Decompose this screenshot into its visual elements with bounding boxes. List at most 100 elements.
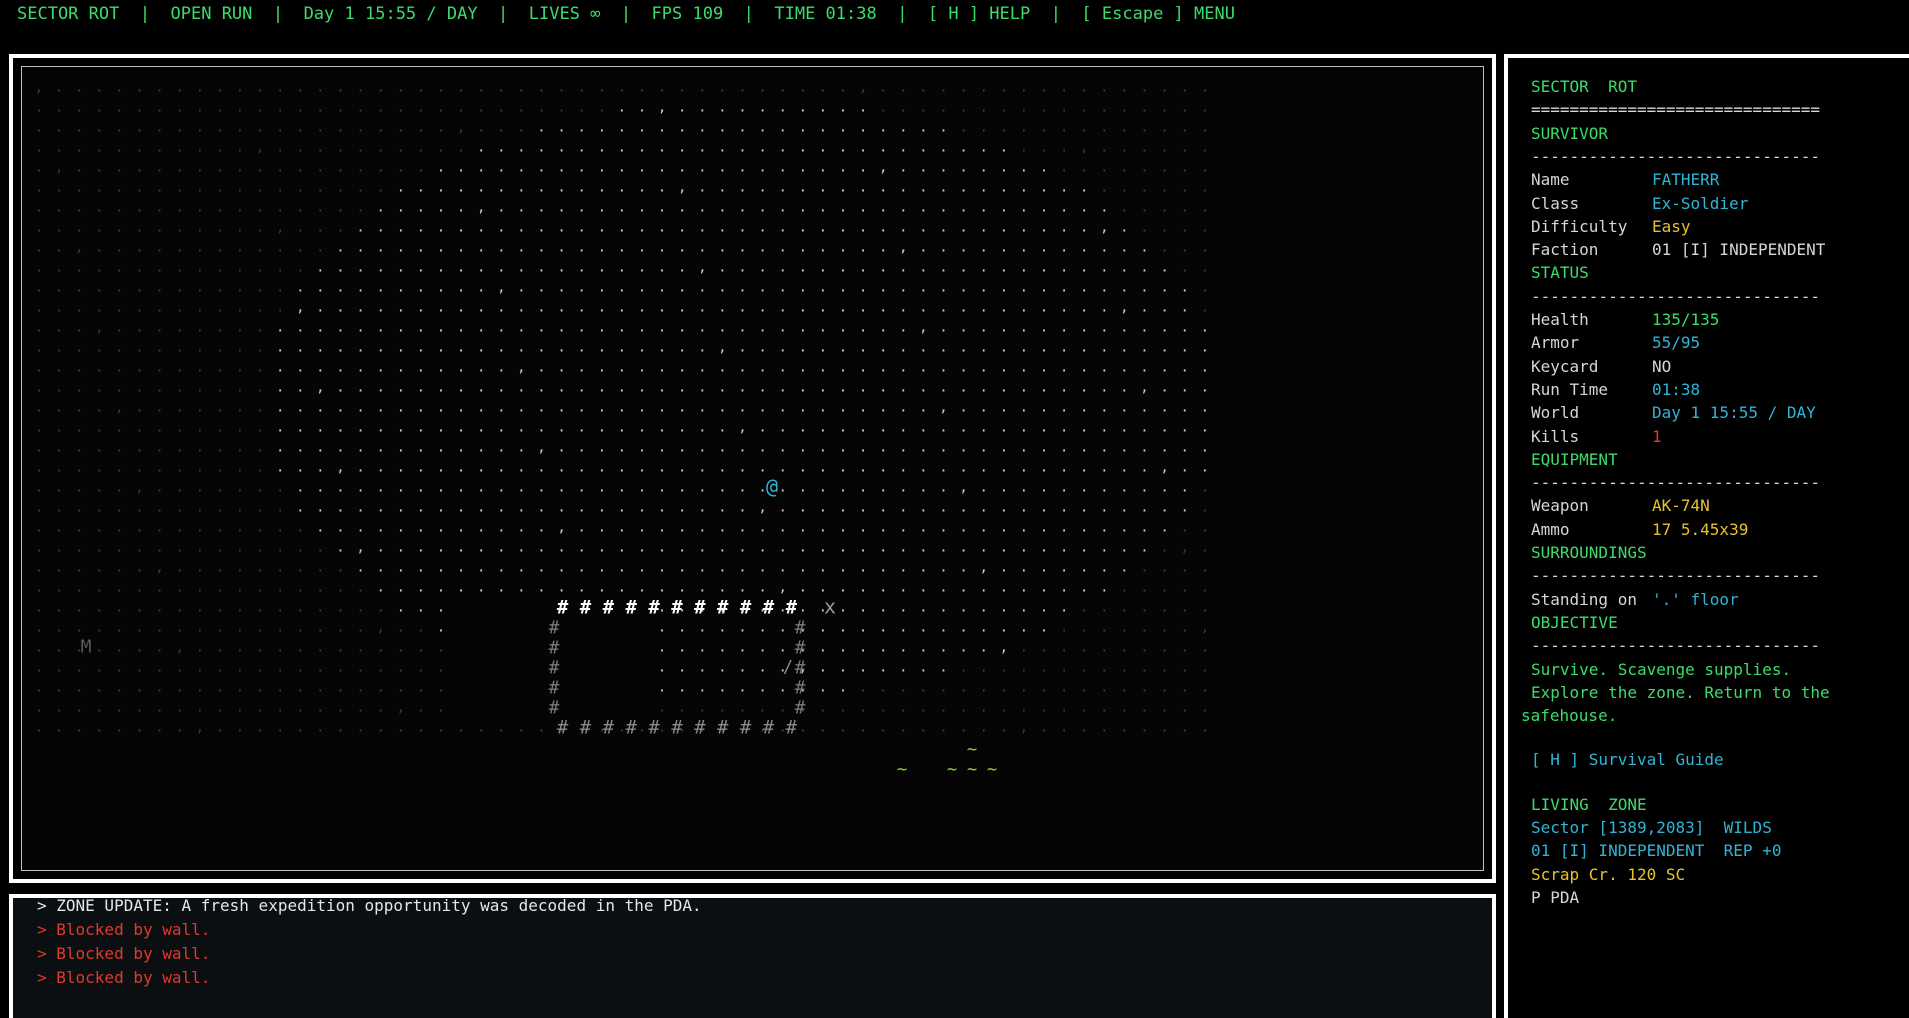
survival-guide-link[interactable]: [ H ] Survival Guide xyxy=(1531,750,1724,770)
floor-tile: . xyxy=(255,499,265,516)
floor-tile: . xyxy=(255,619,265,636)
floor-tile: . xyxy=(738,179,747,196)
standing-on-label: Standing on xyxy=(1531,589,1637,609)
floor-tile: . xyxy=(698,299,707,316)
floor-tile: . xyxy=(316,419,325,436)
floor-tile: . xyxy=(195,299,205,316)
floor-tile: . xyxy=(1200,559,1210,576)
floor-tile: . xyxy=(597,559,607,576)
section-header-surroundings: SURROUNDINGS xyxy=(1531,543,1647,562)
floor-tile: . xyxy=(1019,459,1029,476)
floor-tile: . xyxy=(195,459,205,476)
floor-tile: . xyxy=(416,559,426,576)
floor-tile: . xyxy=(1120,559,1129,576)
floor-tile: . xyxy=(215,279,225,296)
floor-tile: . xyxy=(497,519,506,536)
floor-tile: . xyxy=(838,619,848,636)
floor-tile: . xyxy=(1120,459,1129,476)
floor-tile: . xyxy=(54,139,64,156)
floor-tile: . xyxy=(939,119,948,136)
pda-shortcut[interactable]: P PDA xyxy=(1531,888,1579,908)
floor-tile: . xyxy=(235,119,245,136)
floor-tile: . xyxy=(818,79,828,96)
floor-tile: . xyxy=(1039,159,1049,176)
floor-tile: . xyxy=(637,459,647,476)
floor-tile: . xyxy=(155,639,164,656)
floor-tile: . xyxy=(838,559,848,576)
floor-tile: . xyxy=(738,359,747,376)
floor-tile: . xyxy=(356,379,365,396)
floor-tile: . xyxy=(255,719,265,736)
floor-tile: . xyxy=(939,519,948,536)
floor-tile: . xyxy=(376,279,385,296)
floor-tile: . xyxy=(476,139,486,156)
floor-tile: . xyxy=(778,699,787,716)
floor-tile: . xyxy=(939,539,948,556)
floor-tile: . xyxy=(316,619,325,636)
floor-tile: . xyxy=(54,539,64,556)
floor-tile: . xyxy=(899,719,908,736)
floor-tile: . xyxy=(135,119,144,136)
floor-tile: . xyxy=(356,159,365,176)
floor-tile: , xyxy=(1200,619,1210,636)
floor-tile: . xyxy=(818,259,828,276)
floor-tile: . xyxy=(155,659,164,676)
floor-tile: . xyxy=(54,579,64,596)
floor-tile: . xyxy=(376,579,385,596)
floor-tile: . xyxy=(919,679,928,696)
sector-info: Sector [1389,2083] WILDS xyxy=(1531,817,1772,837)
floor-tile: . xyxy=(617,299,627,316)
floor-tile: . xyxy=(637,419,647,436)
game-map-panel[interactable]: ,.......................................… xyxy=(9,54,1496,883)
stat-label: Armor xyxy=(1531,333,1580,353)
map-viewport[interactable]: ,.......................................… xyxy=(21,66,1484,871)
floor-tile: . xyxy=(818,279,828,296)
floor-tile: . xyxy=(74,339,84,356)
floor-tile: . xyxy=(255,219,265,236)
floor-tile: . xyxy=(235,459,245,476)
floor-tile: . xyxy=(135,319,144,336)
floor-tile: . xyxy=(456,259,466,276)
floor-tile: . xyxy=(436,439,446,456)
floor-tile: . xyxy=(617,139,627,156)
floor-tile: . xyxy=(597,379,607,396)
floor-tile: . xyxy=(637,379,647,396)
floor-tile: . xyxy=(396,439,406,456)
floor-tile: . xyxy=(838,139,848,156)
floor-tile: . xyxy=(456,499,466,516)
floor-tile: . xyxy=(396,479,406,496)
floor-tile: . xyxy=(1180,659,1189,676)
floor-tile: . xyxy=(838,679,848,696)
floor-tile: . xyxy=(738,699,747,716)
floor-tile: . xyxy=(838,299,848,316)
floor-tile: . xyxy=(858,479,868,496)
water-tile: ~ xyxy=(946,759,958,780)
floor-tile: . xyxy=(919,599,928,616)
floor-tile: . xyxy=(376,159,385,176)
section-header-survivor: SURVIVOR xyxy=(1531,123,1609,143)
floor-tile: . xyxy=(858,259,868,276)
floor-tile: . xyxy=(1120,659,1129,676)
floor-tile: . xyxy=(798,499,808,516)
floor-tile: . xyxy=(798,479,808,496)
stat-value: NO xyxy=(1652,356,1672,376)
floor-tile: . xyxy=(838,279,848,296)
floor-tile: . xyxy=(1100,419,1109,436)
floor-tile: . xyxy=(356,639,365,656)
floor-tile: . xyxy=(255,379,265,396)
floor-tile: . xyxy=(396,239,406,256)
floor-tile: . xyxy=(1120,279,1129,296)
floor-tile: . xyxy=(115,619,124,636)
floor-tile: . xyxy=(1140,459,1149,476)
floor-tile: . xyxy=(155,159,164,176)
floor-tile: . xyxy=(316,399,325,416)
floor-tile: . xyxy=(698,699,707,716)
floor-tile: . xyxy=(336,119,345,136)
floor-tile: . xyxy=(175,539,184,556)
floor-tile: . xyxy=(637,159,647,176)
floor-tile: . xyxy=(899,379,908,396)
floor-tile: . xyxy=(798,519,808,536)
stat-label: Weapon xyxy=(1531,496,1589,516)
floor-tile: . xyxy=(1160,619,1169,636)
floor-tile: . xyxy=(497,319,506,336)
